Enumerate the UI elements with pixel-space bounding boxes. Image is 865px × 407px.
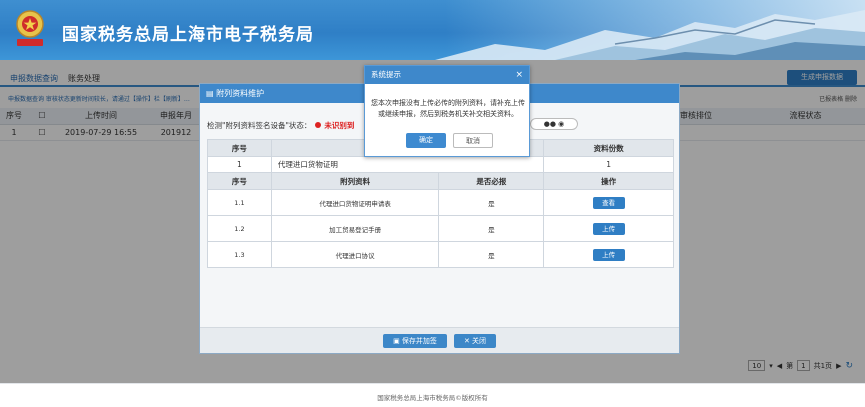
view-button[interactable]: 查看 xyxy=(592,196,625,209)
cancel-button[interactable]: 取消 xyxy=(453,133,493,148)
att-index: 1.3 xyxy=(207,241,272,268)
table-row: 1 代理进口货物证明 1 xyxy=(207,156,674,173)
attachment-table: 序号 资料份数 1 代理进口货物证明 1 序号 附列资料 是否必报 操作 1.1… xyxy=(207,139,674,268)
att-index: 1.1 xyxy=(207,189,272,216)
password-dots: ●● xyxy=(543,120,556,128)
site-title: 国家税务总局上海市电子税务局 xyxy=(62,25,314,45)
great-wall-illustration xyxy=(435,10,865,60)
device-status-value: 未识别到 xyxy=(324,121,355,130)
eye-icon[interactable]: ◉ xyxy=(558,120,564,128)
password-field[interactable]: ●● ◉ xyxy=(530,118,578,130)
cert-index: 1 xyxy=(207,156,272,173)
tax-emblem-icon xyxy=(12,8,48,48)
upload-button[interactable]: 上传 xyxy=(592,248,625,261)
device-status: 检测"附列资料签名设备"状态： 未识别到 xyxy=(207,121,355,130)
table-row: 1.1 代理进口货物证明申请表 是 查看 xyxy=(207,189,674,216)
document-icon: ▤ xyxy=(206,89,217,98)
att-required: 是 xyxy=(438,215,545,242)
cert-col-index: 序号 xyxy=(207,139,272,157)
att-name: 加工贸易登记手册 xyxy=(270,215,440,242)
save-and-sign-button[interactable]: ▣ 保存并加签 xyxy=(383,334,447,348)
cert-count: 1 xyxy=(543,156,674,173)
att-name: 代理进口协议 xyxy=(270,241,440,268)
attachment-header-row: 序号 附列资料 是否必报 操作 xyxy=(207,172,674,190)
att-col-name: 附列资料 xyxy=(270,172,440,190)
att-col-required: 是否必报 xyxy=(438,172,545,190)
att-index: 1.2 xyxy=(207,215,272,242)
footer-copyright: 国家税务总局上海市税务局©版权所有 xyxy=(377,394,488,402)
att-name: 代理进口货物证明申请表 xyxy=(270,189,440,216)
site-header: 国家税务总局上海市电子税务局 xyxy=(0,0,865,60)
system-prompt-message: 您本次申报没有上传必传的附列资料，请补充上传或继续申报，然后到税务机关补交相关资… xyxy=(371,99,525,118)
confirm-button[interactable]: 确定 xyxy=(406,133,446,148)
table-row: 1.2 加工贸易登记手册 是 上传 xyxy=(207,215,674,242)
upload-button[interactable]: 上传 xyxy=(592,222,625,235)
att-col-action: 操作 xyxy=(543,172,674,190)
close-icon[interactable]: × xyxy=(515,66,523,84)
footer-divider xyxy=(0,383,865,384)
att-required: 是 xyxy=(438,189,545,216)
close-icon: ✕ xyxy=(463,337,473,345)
dialog-footer: ▣ 保存并加签 ✕ 关闭 xyxy=(200,327,679,353)
status-dot-icon xyxy=(315,122,322,128)
save-icon: ▣ xyxy=(393,337,402,345)
cert-name: 代理进口货物证明 xyxy=(270,156,545,173)
cert-col-count: 资料份数 xyxy=(543,139,674,157)
att-required: 是 xyxy=(438,241,545,268)
system-prompt-dialog: 系统提示 × 您本次申报没有上传必传的附列资料，请补充上传或继续申报，然后到税务… xyxy=(364,65,530,157)
system-prompt-title: 系统提示 × xyxy=(365,66,529,84)
table-row: 1.3 代理进口协议 是 上传 xyxy=(207,241,674,268)
att-col-index: 序号 xyxy=(207,172,272,190)
close-button[interactable]: ✕ 关闭 xyxy=(454,334,496,348)
